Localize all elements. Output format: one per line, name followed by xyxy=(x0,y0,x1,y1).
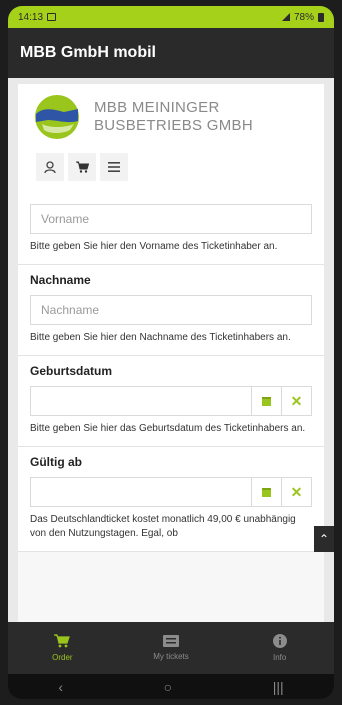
phone-frame: 14:13 78% MBB GmbH mobil MBB MEININGER B… xyxy=(8,6,334,699)
user-icon[interactable] xyxy=(36,153,64,181)
bottom-nav: Order My tickets Info xyxy=(8,622,334,674)
nav-my-tickets[interactable]: My tickets xyxy=(117,622,226,674)
vorname-field[interactable]: Vorname xyxy=(30,204,312,234)
vorname-section: Vorname Bitte geben Sie hier den Vorname… xyxy=(18,196,324,265)
system-nav-bar: ‹ ○ ||| xyxy=(8,674,334,699)
geburtsdatum-clear-button[interactable]: ✕ xyxy=(282,386,312,416)
ticket-icon xyxy=(163,635,179,647)
nachname-help: Bitte geben Sie hier den Nachname des Ti… xyxy=(30,332,291,343)
notification-icon xyxy=(47,13,57,21)
geburtsdatum-row: ✕ xyxy=(30,386,312,416)
status-bar: 14:13 78% xyxy=(8,6,334,28)
geburtsdatum-label: Geburtsdatum xyxy=(30,364,113,378)
nav-info[interactable]: Info xyxy=(225,622,334,674)
cart-icon[interactable] xyxy=(68,153,96,181)
gueltig-ab-calendar-button[interactable] xyxy=(252,477,282,507)
signal-icon xyxy=(281,13,290,21)
vorname-placeholder: Vorname xyxy=(41,212,90,226)
nav-order[interactable]: Order xyxy=(8,622,117,674)
nachname-placeholder: Nachname xyxy=(41,303,100,317)
menu-icon[interactable] xyxy=(100,153,128,181)
toolbar xyxy=(18,150,324,184)
gueltig-ab-field[interactable] xyxy=(30,477,252,507)
calendar-icon xyxy=(262,487,271,497)
nachname-field[interactable]: Nachname xyxy=(30,295,312,325)
brand-name: MBB MEININGER BUSBETRIEBS GMBH xyxy=(94,99,253,135)
battery-icon xyxy=(318,12,324,22)
back-icon[interactable]: ‹ xyxy=(58,679,63,695)
vorname-help: Bitte geben Sie hier den Vorname des Tic… xyxy=(30,241,278,252)
calendar-icon xyxy=(262,396,271,406)
gueltig-ab-label: Gültig ab xyxy=(30,455,82,469)
info-icon xyxy=(272,634,287,648)
recents-icon[interactable]: ||| xyxy=(273,679,284,695)
nachname-label: Nachname xyxy=(30,273,91,287)
mbb-logo xyxy=(35,95,79,139)
brand-line-2: BUSBETRIEBS GMBH xyxy=(94,117,253,134)
gueltig-ab-help: Das Deutschlandticket kostet monatlich 4… xyxy=(30,514,296,539)
status-left: 14:13 xyxy=(18,11,57,23)
geburtsdatum-calendar-button[interactable] xyxy=(252,386,282,416)
status-right: 78% xyxy=(281,11,324,23)
app-title: MBB GmbH mobil xyxy=(20,44,156,61)
ticket-holder-form: Vorname Bitte geben Sie hier den Vorname… xyxy=(18,196,324,622)
nav-order-label: Order xyxy=(52,653,73,662)
geburtsdatum-section: Geburtsdatum ✕ Bitte geben Sie hier das … xyxy=(18,356,324,447)
content-card: MBB MEININGER BUSBETRIEBS GMBH Vorname B… xyxy=(18,84,324,622)
gueltig-ab-section: Gültig ab ✕ Das Deutschlandticket kostet… xyxy=(18,447,324,552)
brand-line-1: MBB MEININGER xyxy=(94,99,220,116)
nachname-section: Nachname Nachname Bitte geben Sie hier d… xyxy=(18,265,324,356)
gueltig-ab-clear-button[interactable]: ✕ xyxy=(282,477,312,507)
app-bar: MBB GmbH mobil xyxy=(8,28,334,78)
close-icon: ✕ xyxy=(290,484,303,500)
brand-header: MBB MEININGER BUSBETRIEBS GMBH xyxy=(18,84,324,150)
geburtsdatum-field[interactable] xyxy=(30,386,252,416)
nav-my-tickets-label: My tickets xyxy=(153,652,189,661)
status-time: 14:13 xyxy=(18,11,44,23)
close-icon: ✕ xyxy=(290,393,303,409)
chevron-up-icon: ⌃ xyxy=(318,532,330,546)
web-content: MBB MEININGER BUSBETRIEBS GMBH Vorname B… xyxy=(8,78,334,622)
geburtsdatum-help: Bitte geben Sie hier das Geburtsdatum de… xyxy=(30,423,306,434)
battery-percent: 78% xyxy=(293,11,314,23)
nav-info-label: Info xyxy=(273,653,287,662)
cart-icon xyxy=(54,634,71,648)
scroll-to-top-button[interactable]: ⌃ xyxy=(314,526,334,552)
home-icon[interactable]: ○ xyxy=(164,679,172,695)
gueltig-ab-row: ✕ xyxy=(30,477,312,507)
